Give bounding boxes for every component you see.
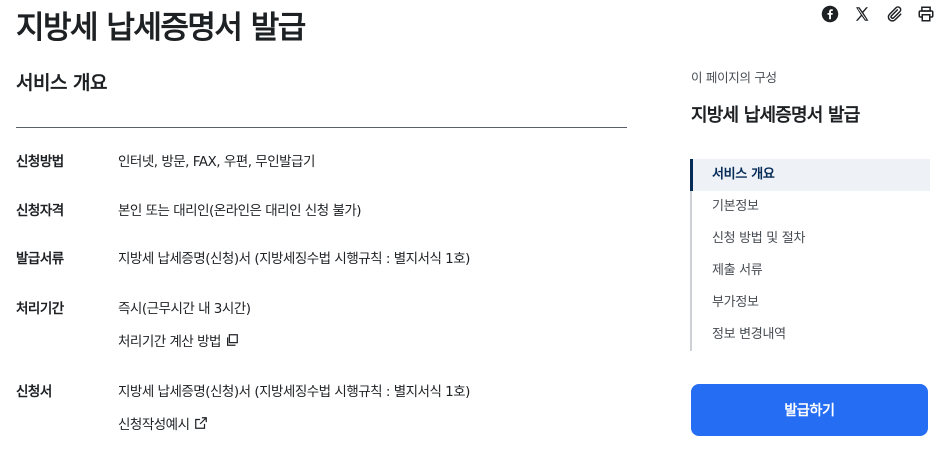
row-label: 처리기간 bbox=[16, 301, 64, 317]
row-label: 신청자격 bbox=[16, 203, 64, 219]
link-label: 신청작성예시 bbox=[118, 417, 190, 433]
toc-item-basic-info[interactable]: 기본정보 bbox=[692, 191, 930, 223]
paperclip-icon[interactable] bbox=[884, 4, 904, 24]
section-title-overview: 서비스 개요 bbox=[16, 72, 108, 94]
toc-nav: 서비스 개요 기본정보 신청 방법 및 절차 제출 서류 부가정보 정보 변경내… bbox=[690, 159, 930, 351]
row-label: 신청서 bbox=[16, 384, 52, 400]
toc-item-change-history[interactable]: 정보 변경내역 bbox=[692, 319, 930, 351]
x-icon[interactable] bbox=[852, 4, 872, 24]
row-value: 인터넷, 방문, FAX, 우편, 무인발급기 bbox=[118, 154, 315, 170]
share-toolbar bbox=[820, 4, 936, 24]
section-divider bbox=[16, 127, 627, 128]
row-label: 신청방법 bbox=[16, 154, 64, 170]
toc-title: 지방세 납세증명서 발급 bbox=[691, 105, 860, 126]
facebook-icon[interactable] bbox=[820, 4, 840, 24]
page-title: 지방세 납세증명서 발급 bbox=[16, 10, 306, 46]
toc-item-overview[interactable]: 서비스 개요 bbox=[690, 159, 930, 191]
toc-item-additional-info[interactable]: 부가정보 bbox=[692, 287, 930, 319]
row-value: 지방세 납세증명(신청)서 (지방세징수법 시행규칙 : 별지서식 1호) bbox=[118, 251, 470, 267]
toc-caption: 이 페이지의 구성 bbox=[691, 70, 777, 85]
row-value: 본인 또는 대리인(온라인은 대리인 신청 불가) bbox=[118, 203, 362, 219]
copy-icon bbox=[226, 334, 238, 346]
external-link-icon bbox=[194, 417, 207, 429]
toc-item-procedure[interactable]: 신청 방법 및 절차 bbox=[692, 223, 930, 255]
form-example-link[interactable]: 신청작성예시 bbox=[118, 413, 208, 433]
row-value: 즉시(근무시간 내 3시간) bbox=[118, 301, 251, 317]
printer-icon[interactable] bbox=[916, 4, 936, 24]
processing-time-calc-link[interactable]: 처리기간 계산 방법 bbox=[118, 330, 239, 350]
link-label: 처리기간 계산 방법 bbox=[118, 334, 221, 350]
toc-item-documents[interactable]: 제출 서류 bbox=[692, 255, 930, 287]
issue-button[interactable]: 발급하기 bbox=[691, 384, 928, 436]
row-label: 발급서류 bbox=[16, 251, 64, 267]
row-value: 지방세 납세증명(신청)서 (지방세징수법 시행규칙 : 별지서식 1호) bbox=[118, 384, 470, 400]
